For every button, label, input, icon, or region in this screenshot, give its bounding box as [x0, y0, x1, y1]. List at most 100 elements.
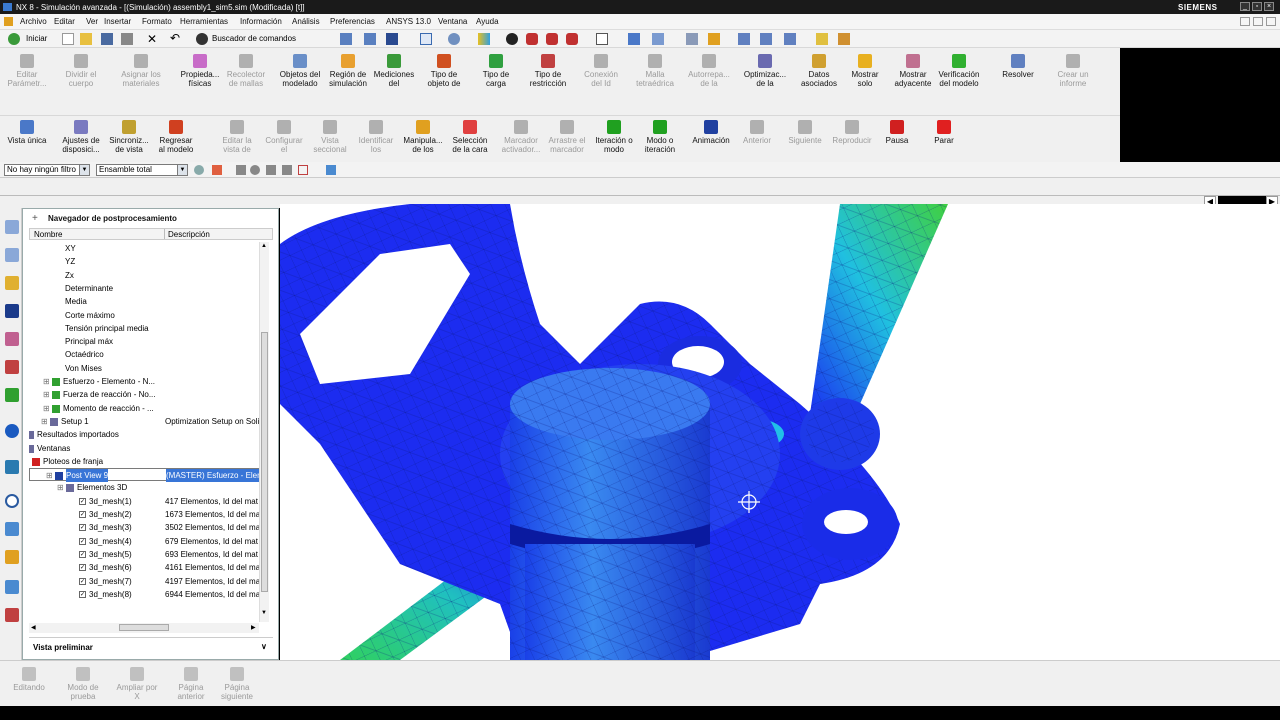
- process-studio-icon[interactable]: [5, 522, 19, 536]
- menu-item-3[interactable]: Insertar: [104, 17, 131, 26]
- tree-row[interactable]: ✓ 3d_mesh(2) 1673 Elementos, Id del ma: [29, 508, 267, 521]
- tree-row[interactable]: ⊞ Post View 9 (MASTER) Esfuerzo - Elem: [29, 468, 267, 483]
- minimize-button[interactable]: _: [1240, 2, 1250, 11]
- bottom-button-0[interactable]: Editando: [6, 667, 52, 692]
- expand-icon[interactable]: ⊞: [43, 388, 50, 401]
- bottom-button-4[interactable]: Página siguiente: [214, 667, 260, 701]
- tool-icon-b[interactable]: [364, 33, 376, 45]
- checkbox-icon[interactable]: ✓: [79, 590, 86, 598]
- select3-icon[interactable]: [250, 165, 260, 175]
- tree-row[interactable]: Media: [29, 295, 267, 308]
- ribbon1-button-5[interactable]: Objetos del modelado: [277, 54, 323, 88]
- ribbon1-button-2[interactable]: Asignar los materiales: [118, 54, 164, 88]
- column-description[interactable]: Descripción: [168, 230, 210, 239]
- ribbon2-button-7[interactable]: Identificar los: [353, 120, 399, 154]
- select-icon[interactable]: [212, 165, 222, 175]
- expand-icon[interactable]: ⊞: [43, 375, 50, 388]
- ribbon2-button-9[interactable]: Selección de la cara: [447, 120, 493, 154]
- menu-item-4[interactable]: Formato: [142, 17, 172, 26]
- tree-row[interactable]: Von Mises: [29, 362, 267, 375]
- ribbon2-button-14[interactable]: Animación: [688, 120, 734, 145]
- ribbon1-button-3[interactable]: Propieda... físicas: [177, 54, 223, 88]
- fit-view-icon[interactable]: [420, 33, 432, 45]
- assembly-navigator-icon[interactable]: [5, 248, 19, 262]
- start-button[interactable]: Iniciar: [26, 34, 47, 43]
- menu-item-10[interactable]: Ventana: [438, 17, 467, 26]
- ribbon1-button-12[interactable]: Malla tetraédrica: [632, 54, 678, 88]
- select2-icon[interactable]: [236, 165, 246, 175]
- chevron-down-icon[interactable]: ▼: [79, 165, 89, 175]
- ribbon2-button-17[interactable]: Reproducir: [829, 120, 875, 145]
- menu-item-7[interactable]: Análisis: [292, 17, 320, 26]
- scroll-down-icon[interactable]: ▼: [261, 610, 267, 616]
- bottom-button-3[interactable]: Página anterior: [168, 667, 214, 701]
- menu-item-2[interactable]: Ver: [86, 17, 98, 26]
- column-name[interactable]: Nombre: [34, 230, 62, 239]
- new-file-icon[interactable]: [62, 33, 74, 45]
- tree-row[interactable]: Principal máx: [29, 335, 267, 348]
- tree-row[interactable]: ✓ 3d_mesh(4) 679 Elementos, Id del mat: [29, 535, 267, 548]
- ribbon2-button-6[interactable]: Vista seccional: [307, 120, 353, 154]
- save-icon[interactable]: [101, 33, 113, 45]
- ribbon2-button-8[interactable]: Manipula... de los: [400, 120, 446, 154]
- ribbon1-button-14[interactable]: Optimizac... de la: [742, 54, 788, 88]
- expand-icon[interactable]: ⊞: [43, 402, 50, 415]
- ribbon1-button-8[interactable]: Tipo de objeto de: [421, 54, 467, 88]
- snap3-icon[interactable]: [760, 33, 772, 45]
- fea-model-render[interactable]: [280, 204, 1280, 660]
- ribbon1-button-1[interactable]: Dividir el cuerpo: [58, 54, 104, 88]
- undo-icon[interactable]: ↶: [170, 31, 180, 45]
- ribbon1-button-13[interactable]: Autorrepa... de la: [686, 54, 732, 88]
- roles-icon[interactable]: [5, 550, 19, 564]
- measure-icon[interactable]: [816, 33, 828, 45]
- ribbon2-button-5[interactable]: Configurar el: [261, 120, 307, 154]
- scroll-left-icon[interactable]: ◀: [31, 624, 36, 631]
- results-icon[interactable]: [5, 388, 19, 402]
- menu-item-9[interactable]: ANSYS 13.0: [386, 17, 431, 26]
- info-icon[interactable]: [386, 33, 398, 45]
- select4-icon[interactable]: [266, 165, 276, 175]
- ribbon2-button-1[interactable]: Ajustes de disposici...: [58, 120, 104, 154]
- start-icon[interactable]: [8, 33, 20, 45]
- background-icon[interactable]: [596, 33, 608, 45]
- doc-close-button[interactable]: [1266, 17, 1276, 26]
- tree-row[interactable]: ✓ 3d_mesh(6) 4161 Elementos, Id del ma: [29, 561, 267, 574]
- ribbon1-button-9[interactable]: Tipo de carga: [473, 54, 519, 88]
- scope-filter-dropdown[interactable]: Ensamble total ▼: [96, 164, 188, 176]
- tree-row[interactable]: XY: [29, 242, 267, 255]
- reuse-library-icon[interactable]: [5, 360, 19, 374]
- ribbon1-button-20[interactable]: Crear un informe: [1050, 54, 1096, 88]
- cube-icon[interactable]: [326, 165, 336, 175]
- tree-row[interactable]: ✓ 3d_mesh(8) 6944 Elementos, Id del ma: [29, 588, 267, 601]
- rotate-icon[interactable]: [448, 33, 460, 45]
- clock-icon[interactable]: [5, 494, 19, 508]
- scroll-thumb[interactable]: [261, 332, 268, 592]
- ribbon1-button-7[interactable]: Mediciones del: [371, 54, 417, 88]
- checkbox-icon[interactable]: ✓: [79, 577, 86, 585]
- menu-item-8[interactable]: Preferencias: [330, 17, 375, 26]
- ribbon1-button-11[interactable]: Conexión del Id: [578, 54, 624, 88]
- scroll-up-icon[interactable]: ▲: [261, 243, 267, 249]
- ribbon2-button-0[interactable]: Vista única: [4, 120, 50, 145]
- ribbon1-button-16[interactable]: Mostrar solo: [842, 54, 888, 88]
- tree-row[interactable]: ✓ 3d_mesh(7) 4197 Elementos, Id del ma: [29, 575, 267, 588]
- tree-row[interactable]: Determinante: [29, 282, 267, 295]
- tree-row[interactable]: Corte máximo: [29, 309, 267, 322]
- close-button[interactable]: ×: [1264, 2, 1274, 11]
- checkbox-icon[interactable]: ✓: [79, 550, 86, 558]
- wcs-icon[interactable]: [628, 33, 640, 45]
- render-style-icon[interactable]: [478, 33, 490, 45]
- tool-icon-a[interactable]: [340, 33, 352, 45]
- bottom-button-2[interactable]: Ampliar por X: [114, 667, 160, 701]
- tree-row[interactable]: ⊞ Momento de reacción - ...: [29, 402, 267, 415]
- menu-item-1[interactable]: Editar: [54, 17, 75, 26]
- constraint-navigator-icon[interactable]: [5, 276, 19, 290]
- menu-item-0[interactable]: Archivo: [20, 17, 47, 26]
- expand-icon[interactable]: ⊞: [41, 415, 48, 428]
- ribbon2-button-15[interactable]: Anterior: [734, 120, 780, 145]
- command-finder-button[interactable]: Buscador de comandos: [212, 34, 296, 43]
- tree-row[interactable]: ✓ 3d_mesh(1) 417 Elementos, Id del mat: [29, 495, 267, 508]
- ribbon1-button-18[interactable]: Verificación del modelo: [936, 54, 982, 88]
- scroll-right-icon[interactable]: ▶: [251, 624, 256, 631]
- tree-row[interactable]: Octaédrico: [29, 348, 267, 361]
